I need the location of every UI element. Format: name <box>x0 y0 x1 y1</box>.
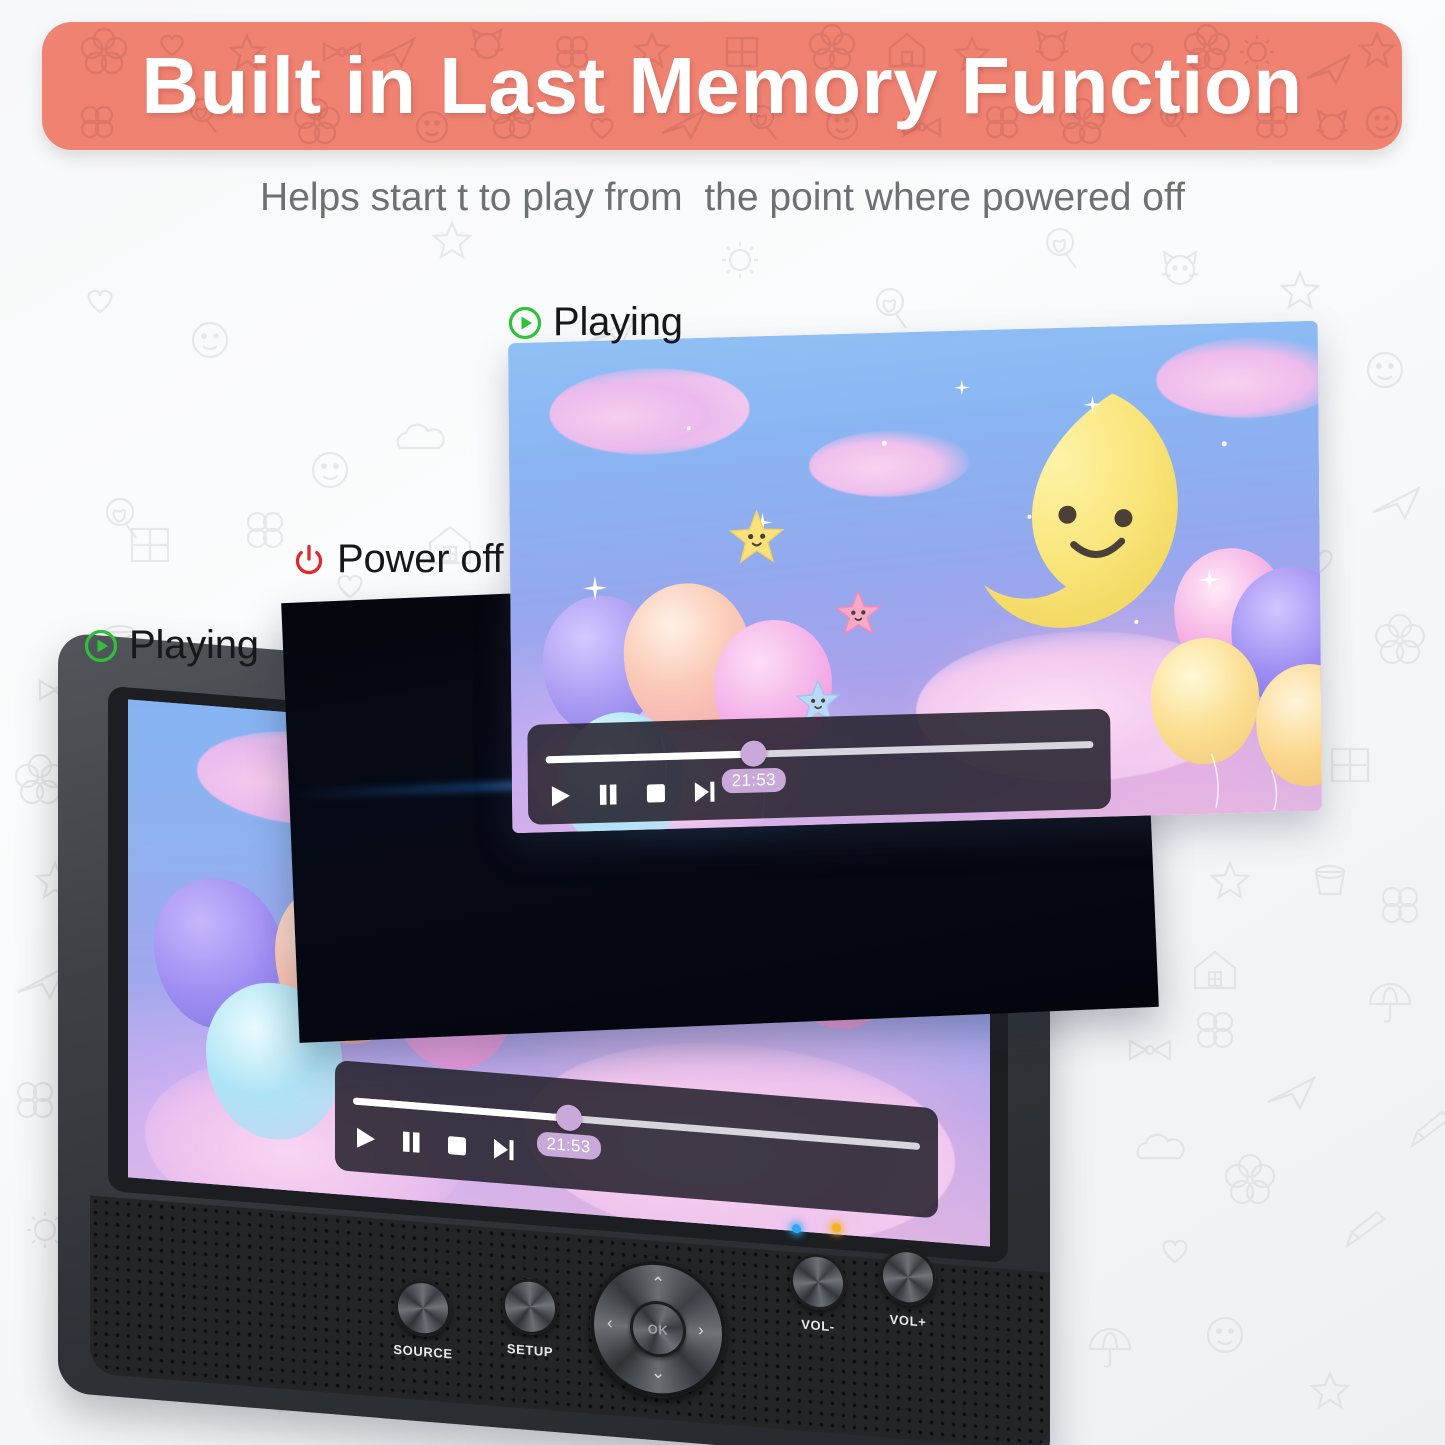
device-progress-fill <box>352 1097 569 1122</box>
dpad-navigation[interactable]: ⌃ ⌄ ‹ › OK <box>590 1255 726 1403</box>
pause-button[interactable] <box>397 1127 425 1157</box>
status-badge-playing-top: Playing <box>508 300 683 345</box>
header-banner: Built in Last Memory Function <box>42 22 1402 150</box>
vol-up-label: VOL+ <box>889 1311 927 1330</box>
stop-button[interactable] <box>443 1131 471 1161</box>
led-amber-indicator <box>832 1223 841 1233</box>
source-knob-label: SOURCE <box>393 1341 453 1362</box>
power-icon <box>295 544 323 574</box>
play-circle-icon <box>508 306 542 339</box>
dpad-down-arrow[interactable]: ⌄ <box>651 1363 665 1383</box>
status-badge-label: Playing <box>553 300 683 344</box>
device-progress-knob[interactable] <box>555 1103 582 1132</box>
floating-progress-knob[interactable] <box>740 740 767 768</box>
playing-screen-scene: 21:53 <box>508 320 1322 834</box>
setup-knob-label: SETUP <box>506 1340 554 1360</box>
dpad-right-arrow[interactable]: › <box>698 1320 704 1339</box>
status-badge-label: Playing <box>129 623 259 667</box>
device-transport-controls <box>351 1123 517 1164</box>
floating-progress-fill <box>545 750 754 764</box>
star-character-yellow <box>728 508 785 564</box>
source-knob[interactable] <box>395 1277 451 1339</box>
star-dot <box>1134 619 1139 624</box>
page-title: Built in Last Memory Function <box>141 41 1303 130</box>
next-button[interactable] <box>690 778 718 807</box>
play-circle-icon <box>84 629 118 662</box>
dpad-ok-label: OK <box>647 1320 669 1338</box>
floating-transport-controls <box>546 778 718 811</box>
floating-player-bar: 21:53 <box>527 708 1112 826</box>
play-button[interactable] <box>546 782 574 811</box>
floating-progress-track[interactable] <box>545 741 1094 764</box>
vol-down-knob[interactable] <box>790 1251 846 1313</box>
next-button[interactable] <box>489 1135 517 1165</box>
star-dot <box>881 440 887 446</box>
floating-time-label: 21:53 <box>721 767 786 794</box>
dpad-left-arrow[interactable]: ‹ <box>607 1313 613 1332</box>
status-badge-playing-left: Playing <box>84 623 259 668</box>
led-blue-indicator <box>792 1223 801 1234</box>
playing-screen: 21:53 <box>508 320 1322 834</box>
status-badge-label: Power off <box>337 537 504 581</box>
dpad-center[interactable]: OK <box>630 1298 686 1360</box>
stop-button[interactable] <box>642 779 670 808</box>
dpad-up-arrow[interactable]: ⌃ <box>651 1274 665 1294</box>
vol-down-label: VOL- <box>801 1316 835 1335</box>
product-feature-image: Built in Last Memory Function Helps star… <box>0 0 1445 1445</box>
star-character-pink <box>834 589 883 636</box>
page-subtitle: Helps start t to play from the point whe… <box>260 176 1185 219</box>
setup-knob[interactable] <box>502 1276 558 1338</box>
play-button[interactable] <box>351 1123 379 1153</box>
star-dot <box>1221 440 1227 446</box>
device-time-label: 21:53 <box>536 1131 601 1161</box>
status-badge-power-off: Power off <box>292 537 504 582</box>
pause-button[interactable] <box>594 780 622 809</box>
